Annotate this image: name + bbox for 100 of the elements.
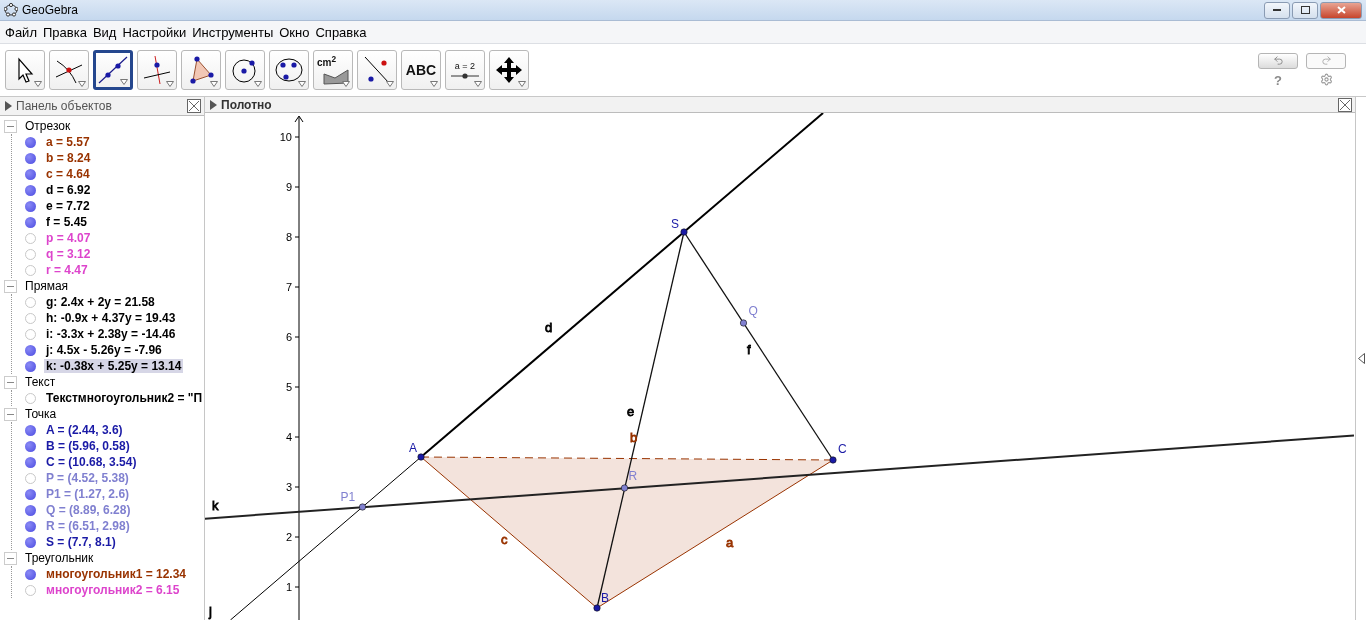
object-entry[interactable]: q = 3.12 <box>44 247 93 261</box>
tool-icon-text: ABC <box>405 63 437 77</box>
visibility-toggle[interactable] <box>25 424 36 436</box>
visibility-toggle[interactable] <box>25 360 36 372</box>
object-entry[interactable]: C = (10.68, 3.54) <box>44 455 139 469</box>
object-label: k <box>212 498 219 513</box>
menu-item[interactable]: Справка <box>312 24 370 40</box>
window-title: GeoGebra <box>22 3 79 17</box>
object-entry[interactable]: h: -0.9x + 4.37y = 19.43 <box>44 311 178 325</box>
object-label: f <box>747 342 751 357</box>
object-entry[interactable]: i: -3.3x + 2.38y = -14.46 <box>44 327 178 341</box>
app-logo-icon <box>4 3 18 17</box>
maximize-button[interactable] <box>1292 1 1318 19</box>
tool-icon-text: cm$^{2}$ <box>317 54 337 69</box>
object-entry[interactable]: R = (6.51, 2.98) <box>44 519 132 533</box>
pan-tool-button[interactable] <box>489 50 529 90</box>
object-entry[interactable]: g: 2.4x + 2y = 21.58 <box>44 295 157 309</box>
object-entry[interactable]: P = (4.52, 5.38) <box>44 471 131 485</box>
visibility-toggle[interactable] <box>25 216 36 228</box>
object-entry[interactable]: j: 4.5x - 5.26y = -7.96 <box>44 343 164 357</box>
object-entry[interactable]: B = (5.96, 0.58) <box>44 439 132 453</box>
object-entry[interactable]: b = 8.24 <box>44 151 93 165</box>
caret-icon <box>34 81 42 87</box>
collapse-triangle-icon[interactable] <box>1357 353 1365 364</box>
help-link[interactable]: ? <box>1274 72 1282 88</box>
axis-tick-label: 8 <box>285 231 292 243</box>
visibility-toggle[interactable] <box>25 248 36 260</box>
visibility-toggle[interactable] <box>25 504 36 516</box>
tool-icon-text: a = 2 <box>454 61 476 71</box>
object-entry[interactable]: S = (7.7, 8.1) <box>44 535 118 549</box>
collapse-icon[interactable] <box>4 375 17 389</box>
menu-item[interactable]: Вид <box>89 24 120 40</box>
visibility-toggle[interactable] <box>25 568 36 580</box>
expand-triangle-icon[interactable] <box>5 101 12 111</box>
visibility-toggle[interactable] <box>25 184 36 196</box>
object-entry[interactable]: p = 4.07 <box>44 231 93 245</box>
axis-tick-label: 6 <box>285 331 292 343</box>
visibility-toggle[interactable] <box>25 488 36 500</box>
menu-item[interactable]: Настройки <box>119 24 190 40</box>
close-window-button[interactable] <box>1320 1 1362 19</box>
visibility-toggle[interactable] <box>25 168 36 180</box>
collapse-icon[interactable] <box>4 119 17 133</box>
intersect-tool-button[interactable] <box>49 50 89 90</box>
visibility-toggle[interactable] <box>25 264 36 276</box>
close-icon[interactable] <box>1338 97 1352 112</box>
collapse-icon[interactable] <box>4 551 17 565</box>
point-label: B <box>601 591 609 605</box>
object-entry[interactable]: e = 7.72 <box>44 199 92 213</box>
visibility-toggle[interactable] <box>25 520 36 532</box>
move-tool-button[interactable] <box>5 50 45 90</box>
visibility-toggle[interactable] <box>25 456 36 468</box>
slider-tool-button[interactable]: a = 2 <box>445 50 485 90</box>
close-icon[interactable] <box>187 99 201 113</box>
area-tool-button[interactable]: cm$^{2}$ <box>313 50 353 90</box>
circle3-tool-button[interactable] <box>269 50 309 90</box>
visibility-toggle[interactable] <box>25 200 36 212</box>
object-entry[interactable]: f = 5.45 <box>44 215 90 229</box>
text-tool-button[interactable]: ABC <box>401 50 441 90</box>
visibility-toggle[interactable] <box>25 136 36 148</box>
menu-item[interactable]: Окно <box>276 24 313 40</box>
object-entry[interactable]: a = 5.57 <box>44 135 92 149</box>
object-entry[interactable]: Q = (8.89, 6.28) <box>44 503 133 517</box>
visibility-toggle[interactable] <box>25 152 36 164</box>
collapse-icon[interactable] <box>4 279 17 293</box>
menu-item[interactable]: Инструменты <box>189 24 277 40</box>
menu-item[interactable]: Файл <box>2 24 40 40</box>
point-label: A <box>409 441 417 455</box>
object-entry[interactable]: многоугольник1 = 12.34 <box>44 567 189 581</box>
visibility-toggle[interactable] <box>25 392 36 404</box>
visibility-toggle[interactable] <box>25 296 36 308</box>
line-tool-button[interactable] <box>93 50 133 90</box>
visibility-toggle[interactable] <box>25 440 36 452</box>
caret-icon <box>298 81 306 87</box>
object-entry[interactable]: k: -0.38x + 5.25y = 13.14 <box>44 359 184 373</box>
perpendicular-tool-button[interactable] <box>137 50 177 90</box>
point-label: C <box>838 442 847 456</box>
circle-tool-button[interactable] <box>225 50 265 90</box>
reflect-tool-button[interactable] <box>357 50 397 90</box>
axis-tick-label: 2 <box>285 531 292 543</box>
polygon-tool-button[interactable] <box>181 50 221 90</box>
object-entry[interactable]: c = 4.64 <box>44 167 92 181</box>
minimize-button[interactable] <box>1264 1 1290 19</box>
visibility-toggle[interactable] <box>25 344 36 356</box>
visibility-toggle[interactable] <box>25 312 36 324</box>
visibility-toggle[interactable] <box>25 472 36 484</box>
visibility-toggle[interactable] <box>25 328 36 340</box>
settings-icon[interactable] <box>1319 72 1333 86</box>
visibility-toggle[interactable] <box>25 232 36 244</box>
object-entry[interactable]: многоугольник2 = 6.15 <box>44 583 182 597</box>
object-entry[interactable]: Текстмногоугольник2 = "П <box>44 391 205 405</box>
menu-item[interactable]: Правка <box>39 24 90 40</box>
visibility-toggle[interactable] <box>25 584 36 596</box>
object-entry[interactable]: r = 4.47 <box>44 263 90 277</box>
object-entry[interactable]: d = 6.92 <box>44 183 93 197</box>
group-label: Отрезок <box>25 119 71 133</box>
visibility-toggle[interactable] <box>25 536 36 548</box>
object-entry[interactable]: A = (2.44, 3.6) <box>44 423 125 437</box>
expand-triangle-icon[interactable] <box>210 99 217 110</box>
object-entry[interactable]: P1 = (1.27, 2.6) <box>44 487 132 501</box>
collapse-icon[interactable] <box>4 407 17 421</box>
